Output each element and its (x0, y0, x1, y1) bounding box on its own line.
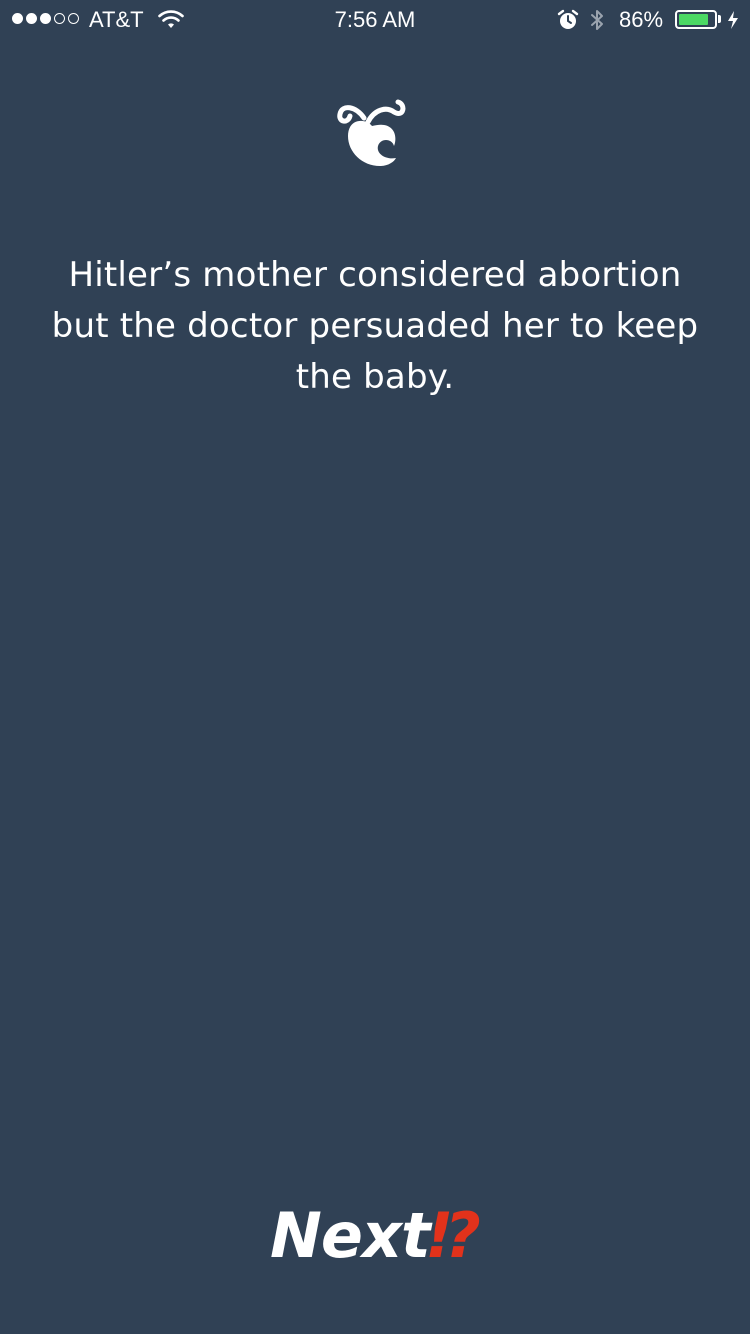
battery-level-fill (679, 14, 709, 25)
fact-text: Hitler’s mother considered abortion but … (51, 255, 699, 397)
interrobang-icon: ⁉ (429, 1198, 481, 1272)
battery-icon (675, 10, 717, 29)
alarm-icon (557, 9, 579, 29)
bluetooth-icon (591, 10, 603, 30)
next-button-label: Next (270, 1198, 431, 1272)
battery-tip (718, 15, 721, 23)
apple-swirl-logo-icon (337, 99, 406, 166)
next-button[interactable]: Next ⁉ (225, 1190, 525, 1280)
status-bar: AT&T 7:56 AM 86% (0, 0, 750, 40)
battery-percentage: 86% (619, 7, 664, 32)
charging-icon (728, 11, 738, 29)
